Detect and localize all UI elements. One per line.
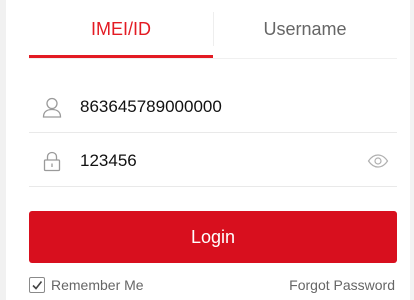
- login-tabs: IMEI/ID Username: [29, 0, 397, 58]
- checkmark-icon: [32, 281, 43, 290]
- tab-imei-id[interactable]: IMEI/ID: [29, 0, 213, 58]
- remember-me[interactable]: Remember Me: [29, 275, 144, 295]
- password-field: [29, 136, 397, 187]
- tab-username[interactable]: Username: [213, 0, 397, 58]
- login-panel: IMEI/ID Username 863645789000000 123456 …: [0, 0, 414, 300]
- remember-me-label: Remember Me: [51, 277, 144, 293]
- remember-me-checkbox[interactable]: [29, 277, 45, 293]
- tabs-divider: [29, 58, 397, 59]
- tab-username-label: Username: [263, 18, 347, 39]
- password-input[interactable]: [80, 146, 340, 176]
- imei-field: [29, 82, 397, 133]
- lock-icon: [40, 149, 64, 173]
- eye-icon[interactable]: [367, 150, 389, 172]
- tab-imei-id-label: IMEI/ID: [90, 18, 151, 39]
- imei-input[interactable]: [80, 92, 340, 122]
- user-icon: [40, 95, 64, 119]
- right-edge-divider: [410, 0, 414, 300]
- login-button[interactable]: Login: [29, 211, 397, 263]
- forgot-password-link[interactable]: Forgot Password: [289, 275, 395, 295]
- left-edge-divider: [0, 0, 6, 300]
